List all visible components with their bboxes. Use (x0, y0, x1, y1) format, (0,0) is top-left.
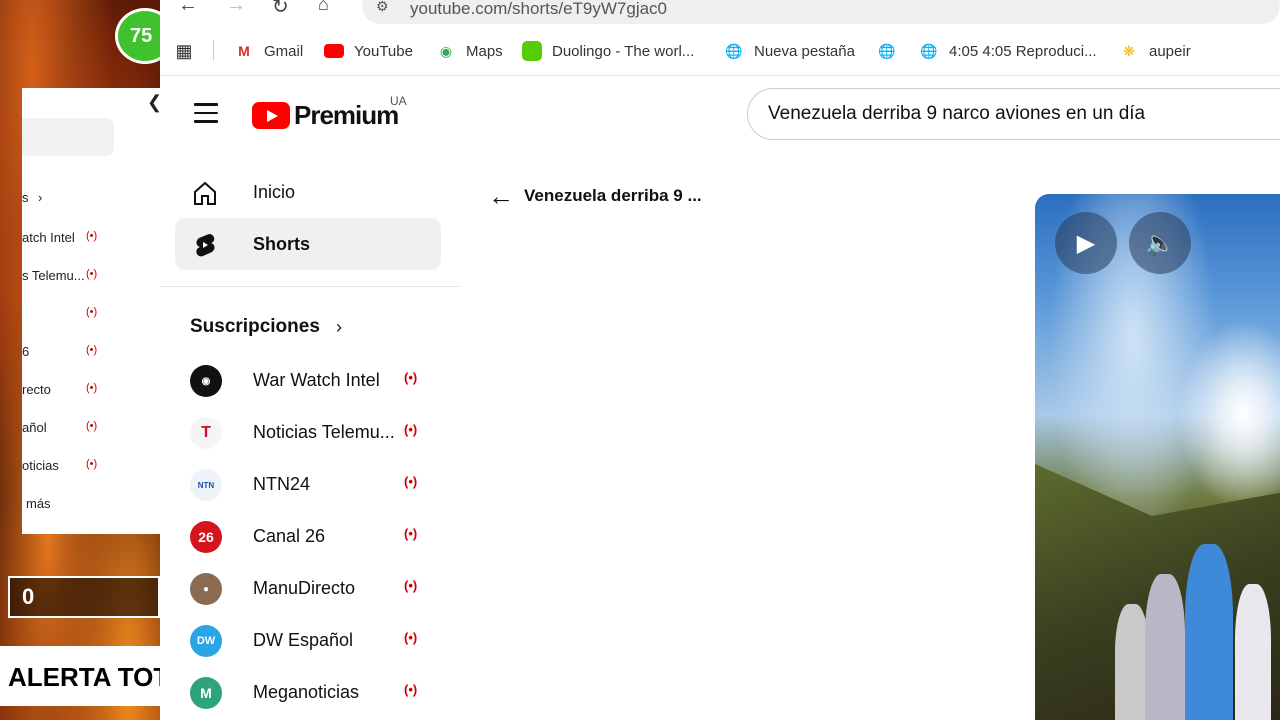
browser-window: ← → ↻ ⌂ ⚙ youtube.com/shorts/eT9yW7gjac0… (160, 0, 1280, 720)
short-title: Venezuela derriba 9 ... (524, 186, 702, 205)
channel-avatar: M (190, 677, 222, 709)
channel-avatar: DW (190, 625, 222, 657)
youtube-icon (324, 41, 344, 61)
live-indicator-icon: (•) (404, 474, 418, 489)
chevron-right-icon[interactable]: › (336, 317, 342, 338)
hamburger-menu-icon[interactable] (194, 103, 218, 125)
background-row: s Telemu... (•) (22, 268, 98, 283)
search-input[interactable] (768, 101, 1280, 127)
channel-avatar: ● (190, 573, 222, 605)
sidebar-divider (160, 286, 460, 287)
background-row: añol (•) (22, 420, 98, 435)
badge-text: 75 (130, 24, 153, 47)
subscription-item[interactable]: DW DW Español (•) (190, 621, 430, 661)
score-box: 0 (8, 576, 160, 618)
bookmark-gmail[interactable]: M Gmail (234, 40, 303, 62)
play-icon[interactable]: ▶ (1055, 212, 1117, 274)
background-row: oticias (•) (22, 458, 98, 473)
bookmark-aupeir[interactable]: ❋ aupeir (1119, 40, 1191, 62)
bookmark-globe[interactable]: 🌐 (877, 40, 907, 62)
shorts-header: ← Venezuela derriba 9 ... (488, 182, 702, 210)
subscription-item[interactable]: ● ManuDirecto (•) (190, 569, 430, 609)
youtube-premium-logo[interactable]: Premium UA (252, 94, 407, 130)
background-search-field (22, 118, 114, 156)
background-row: atch Intel (•) (22, 230, 98, 245)
background-row: más (26, 496, 51, 511)
channel-avatar: T (190, 417, 222, 449)
subscription-item[interactable]: NTN NTN24 (•) (190, 465, 430, 505)
subscription-item[interactable]: 26 Canal 26 (•) (190, 517, 430, 557)
back-arrow-icon[interactable]: ← (488, 183, 514, 209)
live-indicator-icon: (•) (404, 526, 418, 541)
bookmarks-bar: ▦ M Gmail YouTube ◉ Maps Duolingo - The wo… (160, 24, 1280, 76)
duolingo-icon (522, 41, 542, 61)
home-button-icon[interactable]: ⌂ (318, 0, 329, 15)
background-youtube-sidebar: ❮ s › atch Intel (•) s Telemu... (•) (•) 6(… (22, 88, 162, 534)
channel-name: NTN24 (253, 474, 311, 494)
subscription-item[interactable]: T Noticias Telemu... (•) (190, 413, 430, 453)
bookmark-maps[interactable]: ◉ Maps (436, 40, 503, 62)
channel-name: Canal 26 (253, 526, 326, 546)
subscriptions-header[interactable]: Suscripciones (190, 316, 320, 338)
browser-toolbar: ← → ↻ ⌂ ⚙ youtube.com/shorts/eT9yW7gjac0 (160, 0, 1280, 24)
subscription-item[interactable]: M Meganoticias (•) (190, 673, 430, 713)
reload-icon[interactable]: ↻ (272, 0, 289, 19)
sidebar-item-inicio[interactable]: Inicio (175, 166, 441, 218)
gmail-icon: M (238, 43, 250, 59)
bookmark-duolingo[interactable]: Duolingo - The worl... (522, 40, 694, 62)
live-indicator-icon: (•) (404, 370, 418, 385)
sidebar-item-label: Shorts (253, 234, 311, 254)
bookmark-nueva-pestana[interactable]: 🌐 Nueva pestaña (724, 40, 855, 62)
video-scene-people (1105, 534, 1280, 720)
youtube-play-icon (252, 101, 290, 129)
globe-icon: 🌐 (920, 42, 938, 59)
score-value: 0 (22, 584, 35, 609)
bookmark-reproduci[interactable]: 🌐 4:05 4:05 Reproduci... (919, 40, 1096, 62)
alert-banner: ALERTA TOT (0, 646, 160, 706)
globe-icon: 🌐 (725, 42, 743, 59)
bookmarks-divider (213, 40, 214, 60)
aupeir-icon: ❋ (1123, 42, 1135, 59)
channel-avatar: ◉ (190, 365, 222, 397)
bookmark-youtube[interactable]: YouTube (324, 40, 413, 62)
channel-name: War Watch Intel (253, 370, 380, 390)
background-row: 6 (•) (22, 344, 98, 359)
sidebar-item-label: Inicio (253, 182, 296, 202)
address-bar[interactable]: ⚙ youtube.com/shorts/eT9yW7gjac0 (362, 0, 1280, 24)
shorts-icon (196, 234, 215, 257)
search-box[interactable] (747, 88, 1280, 140)
sidebar: Inicio Shorts Suscripciones › ◉ War Watc… (160, 164, 460, 720)
live-indicator-icon: (•) (404, 682, 418, 697)
channel-avatar: 26 (190, 521, 222, 553)
channel-name: Meganoticias (253, 682, 360, 702)
live-indicator-icon: (•) (404, 630, 418, 645)
live-indicator-icon: (•) (404, 578, 418, 593)
logo-text: Premium (294, 99, 399, 130)
channel-name: DW Español (253, 630, 354, 650)
region-label: UA (390, 94, 407, 108)
sidebar-item-shorts[interactable]: Shorts (175, 218, 441, 270)
background-row: recto (•) (22, 382, 98, 397)
url-text[interactable]: youtube.com/shorts/eT9yW7gjac0 (410, 0, 667, 19)
channel-avatar: NTN (190, 469, 222, 501)
maps-icon: ◉ (439, 42, 453, 59)
subscription-item[interactable]: ◉ War Watch Intel (•) (190, 361, 430, 401)
volume-icon[interactable]: 🔈 (1129, 212, 1191, 274)
channel-name: ManuDirecto (253, 578, 356, 598)
short-video-player[interactable]: ▶ 🔈 (1035, 194, 1280, 720)
apps-icon[interactable]: ▦ (174, 40, 204, 62)
live-indicator-icon: (•) (404, 422, 418, 437)
back-icon[interactable]: ← (178, 0, 198, 17)
forward-icon[interactable]: → (226, 0, 246, 17)
alert-text: ALERTA TOT (8, 662, 160, 692)
background-row: (•) (86, 306, 98, 318)
site-info-icon[interactable]: ⚙ (376, 0, 389, 15)
channel-name: Noticias Telemu... (253, 422, 395, 442)
background-row: s › (22, 190, 43, 205)
home-icon (194, 181, 216, 205)
globe-icon: 🌐 (878, 42, 896, 59)
